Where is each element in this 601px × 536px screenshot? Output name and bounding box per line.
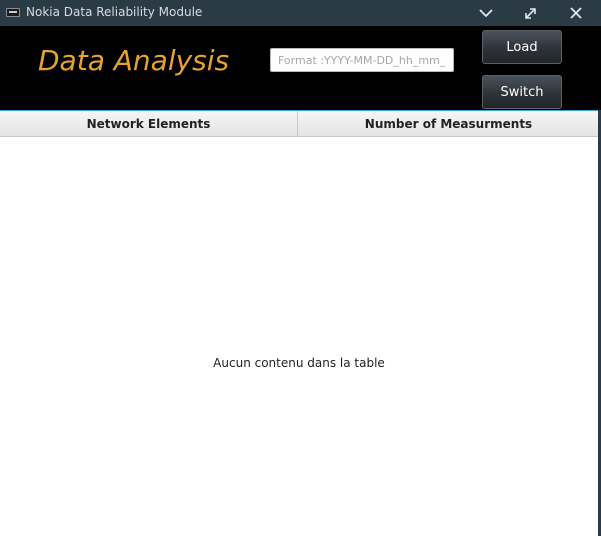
switch-button[interactable]: Switch	[482, 75, 562, 109]
close-icon	[570, 7, 582, 19]
empty-table-message: Aucun contenu dans la table	[213, 356, 385, 370]
column-header-network-elements[interactable]: Network Elements	[0, 111, 298, 136]
app-icon	[6, 8, 20, 17]
window-titlebar: Nokia Data Reliability Module	[0, 0, 601, 26]
close-button[interactable]	[556, 0, 596, 26]
load-button[interactable]: Load	[482, 30, 562, 64]
window-title: Nokia Data Reliability Module	[26, 5, 203, 19]
table-header: Network Elements Number of Measurments	[0, 111, 598, 137]
maximize-button[interactable]	[510, 0, 550, 26]
page-title: Data Analysis	[38, 44, 230, 77]
minimize-button[interactable]	[466, 0, 506, 26]
app-header: Data Analysis Load Switch	[0, 26, 601, 110]
chevron-down-icon	[479, 9, 493, 18]
measurements-table[interactable]: Network Elements Number of Measurments A…	[0, 110, 598, 536]
expand-icon	[524, 7, 536, 19]
date-format-input[interactable]	[270, 48, 454, 72]
column-header-number-of-measurements[interactable]: Number of Measurments	[299, 111, 598, 136]
